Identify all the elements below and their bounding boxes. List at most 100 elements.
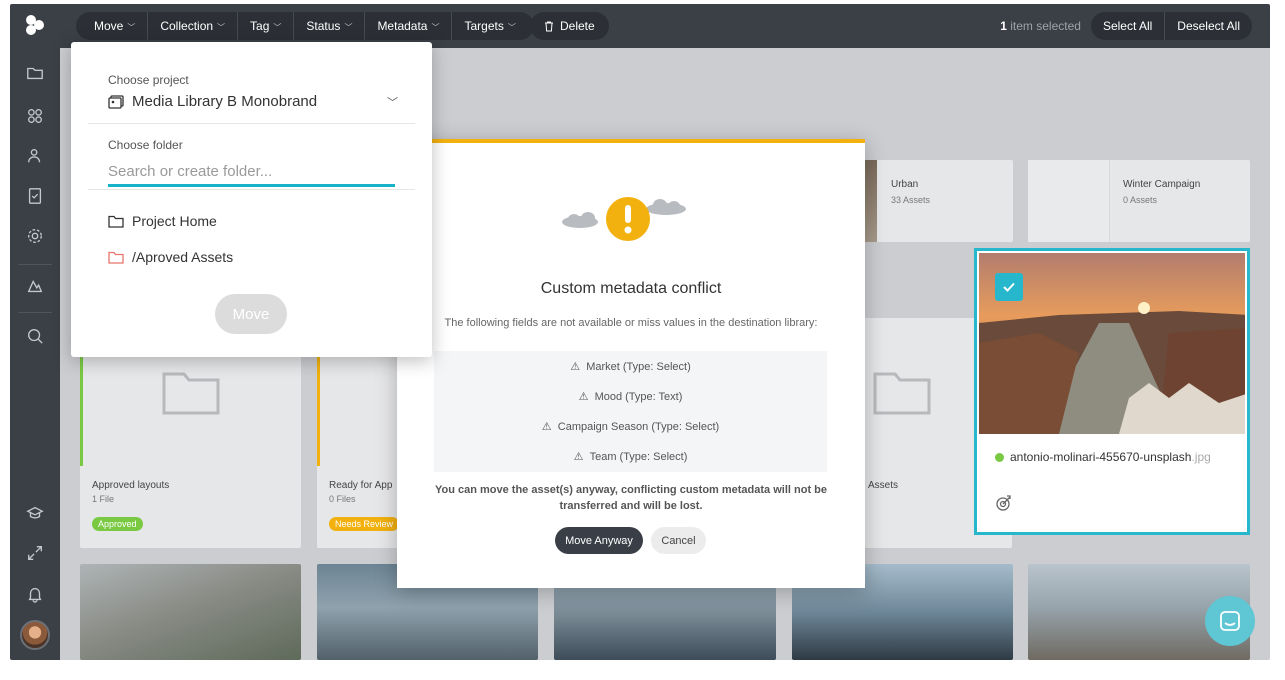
status-menu-label: Status	[306, 19, 341, 33]
collection-menu-label: Collection	[160, 19, 214, 33]
folder-count: 1 File	[92, 494, 115, 504]
expand-icon[interactable]	[23, 541, 47, 565]
asset-filename: antonio-molinari-455670-unsplash	[1010, 450, 1192, 464]
bell-icon[interactable]	[23, 582, 47, 606]
selection-controls: 1 item selected Select All Deselect All	[1000, 12, 1252, 40]
cancel-button[interactable]: Cancel	[651, 527, 706, 554]
folder-item-aproved-assets[interactable]: /Aproved Assets	[108, 249, 233, 265]
brand-logo-icon[interactable]	[24, 14, 46, 36]
project-select[interactable]: Media Library B Monobrand ﹀	[108, 93, 398, 110]
folder-icon	[108, 215, 124, 228]
conflict-field-list: ⚠ Market (Type: Select) ⚠ Mood (Type: Te…	[434, 351, 827, 472]
asset-thumbnail	[979, 253, 1245, 434]
divider	[88, 189, 415, 190]
sidebar-divider	[18, 264, 52, 265]
collection-title: Winter Campaign	[1123, 179, 1201, 190]
conflict-field: ⚠ Mood (Type: Text)	[434, 390, 827, 403]
chevron-down-icon: ﹀	[127, 22, 136, 32]
metadata-menu[interactable]: Metadata ﹀	[365, 12, 453, 40]
collection-thumbnail	[1028, 160, 1110, 242]
chevron-down-icon: ﹀	[273, 22, 282, 32]
check-icon	[1003, 282, 1015, 292]
search-icon[interactable]	[23, 324, 47, 348]
move-button[interactable]: Move	[215, 294, 287, 334]
gallery-icon[interactable]	[23, 274, 47, 298]
move-menu[interactable]: Move ﹀	[82, 12, 149, 40]
folder-item-label: /Aproved Assets	[132, 249, 234, 265]
status-menu[interactable]: Status ﹀	[294, 12, 366, 40]
chevron-down-icon: ﹀	[344, 22, 353, 32]
folder-title: Approved layouts	[92, 480, 170, 491]
warning-icon: ⚠	[541, 421, 558, 433]
folder-item-label: Project Home	[132, 213, 217, 229]
targets-menu[interactable]: Targets ﹀	[452, 12, 527, 40]
conflict-field: ⚠ Team (Type: Select)	[434, 450, 827, 463]
status-badge: Approved	[92, 517, 143, 531]
select-all-button[interactable]: Select All	[1091, 12, 1166, 40]
delete-label: Delete	[560, 19, 595, 33]
collections-icon[interactable]	[23, 104, 47, 128]
collection-menu[interactable]: Collection ﹀	[148, 12, 239, 40]
avatar[interactable]	[20, 620, 50, 650]
chevron-down-icon: ﹀	[217, 22, 226, 32]
collection-count: 0 Assets	[1123, 195, 1158, 205]
deselect-all-button[interactable]: Deselect All	[1165, 12, 1252, 40]
dialog-warning: You can move the asset(s) anyway, confli…	[434, 484, 827, 512]
sidebar	[10, 4, 60, 660]
collection-count: 33 Assets	[891, 195, 931, 205]
divider	[88, 123, 415, 124]
checklist-icon[interactable]	[23, 184, 47, 208]
asset-extension: .jpg	[1191, 450, 1211, 464]
status-badge: Needs Review	[329, 517, 400, 531]
warning-icon: ⚠	[573, 451, 590, 463]
conflict-field-label: Team (Type: Select)	[589, 451, 688, 463]
warning-illustration-icon	[562, 197, 686, 241]
gear-icon[interactable]	[23, 224, 47, 248]
graduation-cap-icon[interactable]	[23, 501, 47, 525]
move-anyway-button[interactable]: Move Anyway	[555, 527, 643, 554]
conflict-field: ⚠ Market (Type: Select)	[434, 360, 827, 373]
sidebar-divider	[18, 312, 52, 313]
targets-menu-label: Targets	[464, 19, 504, 33]
folder-title: Assets	[868, 480, 899, 491]
collection-card-winter-campaign[interactable]: Winter Campaign 0 Assets	[1028, 160, 1250, 242]
chevron-down-icon: ﹀	[387, 96, 398, 109]
collection-title: Urban	[891, 179, 919, 190]
chat-launcher-button[interactable]	[1205, 596, 1255, 646]
move-panel: Choose project Media Library B Monobrand…	[71, 42, 432, 357]
folder-search-input[interactable]	[108, 159, 395, 187]
asset-thumbnail[interactable]	[80, 564, 301, 660]
conflict-field-label: Campaign Season (Type: Select)	[557, 421, 720, 433]
delete-button[interactable]: Delete	[530, 12, 609, 40]
action-menu-group: Move ﹀ Collection ﹀ Tag ﹀ Status ﹀ Metadata ﹀…	[76, 12, 534, 40]
conflict-field-label: Mood (Type: Text)	[594, 391, 683, 403]
selected-asset-card[interactable]: antonio-molinari-455670-unsplash.jpg	[974, 248, 1250, 535]
selection-count: 1 item selected	[1000, 19, 1081, 33]
warning-icon: ⚠	[570, 361, 587, 373]
conflict-field: ⚠ Campaign Season (Type: Select)	[434, 420, 827, 433]
folder-icon[interactable]	[23, 61, 47, 85]
library-icon	[108, 94, 124, 109]
selection-button-group: Select All Deselect All	[1090, 12, 1252, 40]
target-icon[interactable]	[995, 494, 1013, 517]
trash-icon	[545, 21, 553, 31]
conflict-field-label: Market (Type: Select)	[586, 361, 691, 373]
choose-folder-label: Choose folder	[108, 138, 183, 152]
move-menu-label: Move	[94, 19, 124, 33]
users-icon[interactable]	[23, 144, 47, 168]
status-dot	[995, 452, 1004, 462]
tag-menu[interactable]: Tag ﹀	[238, 12, 295, 40]
chevron-down-icon: ﹀	[431, 22, 440, 32]
selection-count-number: 1	[1000, 19, 1007, 33]
folder-icon	[108, 251, 124, 264]
choose-project-label: Choose project	[108, 73, 189, 87]
dialog-description: The following fields are not available o…	[444, 317, 818, 329]
collection-card-urban[interactable]: Urban 33 Assets	[865, 160, 1013, 242]
chevron-down-icon: ﹀	[507, 22, 516, 32]
folder-icon	[162, 372, 219, 415]
project-value: Media Library B Monobrand	[132, 93, 318, 110]
selection-checkbox[interactable]	[995, 273, 1023, 301]
folder-item-project-home[interactable]: Project Home	[108, 213, 217, 229]
warning-icon: ⚠	[578, 391, 595, 403]
tag-menu-label: Tag	[250, 19, 270, 33]
